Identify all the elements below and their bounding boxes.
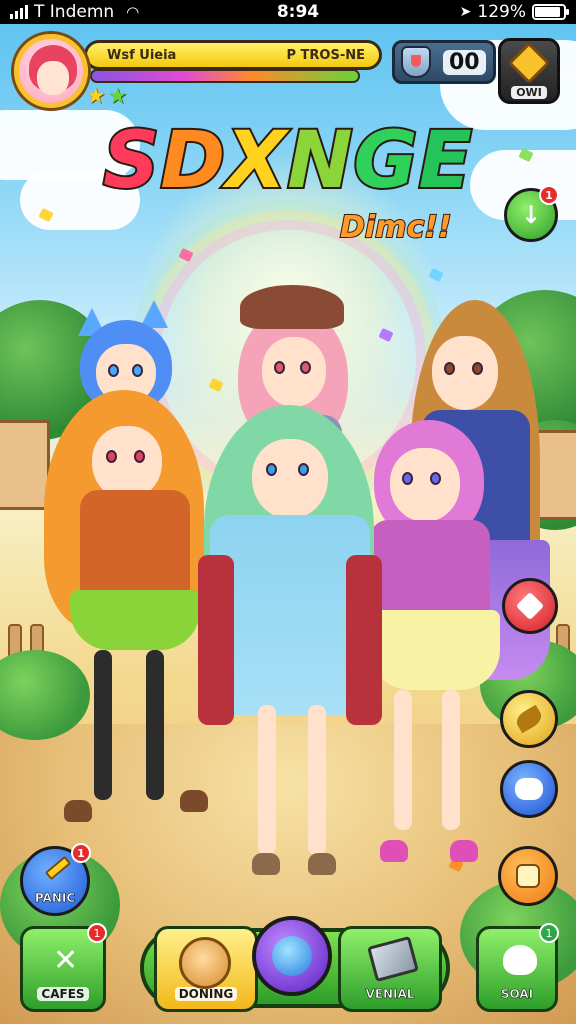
player-rank: P TROS-NE (286, 47, 365, 63)
notification-badge: 1 (539, 923, 559, 943)
title-letter: G (352, 116, 420, 206)
bag-icon (516, 864, 540, 888)
character-cape (198, 555, 234, 725)
title-letter: X (224, 116, 288, 206)
carrier-name: T Indemn (34, 2, 115, 22)
status-bar: T Indemn ◠ 8:94 ➤ 129% (0, 0, 576, 24)
character-leg (442, 690, 460, 830)
character-face (262, 337, 326, 407)
location-arrow-icon: ➤ (459, 4, 472, 20)
nav-pencil-button[interactable]: PANIC 1 (20, 843, 91, 916)
sword-icon (367, 935, 419, 983)
battery-icon (532, 4, 569, 20)
character-cape (346, 555, 382, 725)
battery-percent: 129% (477, 2, 526, 22)
call-button[interactable] (252, 916, 332, 996)
character-eye (430, 472, 441, 485)
title-letter: D (158, 116, 227, 206)
character-eye (274, 361, 285, 374)
character-leg (146, 650, 164, 800)
gem-icon (507, 41, 551, 85)
player-stars: ★ ★ (86, 84, 127, 109)
star-icon: ★ (107, 84, 128, 109)
nav-pencil-label: PANIC (34, 891, 76, 906)
character-boot (64, 800, 92, 822)
red-diamond-icon (515, 591, 545, 621)
character-face (92, 426, 162, 500)
character-hat (240, 285, 344, 329)
status-time: 8:94 (276, 2, 320, 22)
character-face (432, 336, 498, 410)
blue-chat-button[interactable] (500, 760, 558, 818)
character-leg (394, 690, 412, 830)
signal-icon (10, 5, 28, 19)
character-eye (108, 364, 119, 377)
character-leg (94, 650, 112, 800)
character-boot (450, 840, 478, 862)
character-eye (298, 463, 309, 476)
leaf-icon (513, 704, 545, 734)
status-bar-right: ➤ 129% (406, 2, 569, 22)
venial-button-label: VENIAL (365, 987, 415, 1002)
download-arrow-icon: ↓ (520, 201, 542, 229)
shop-button-label: OWI (511, 86, 547, 99)
phone-icon (272, 936, 312, 976)
character-leg (308, 705, 326, 855)
character-eye (132, 364, 143, 377)
title-letter: S (101, 116, 161, 206)
character-eye (472, 362, 483, 375)
character-boot (252, 853, 280, 875)
soali-button[interactable]: SOAI 1 (476, 923, 559, 1012)
pencil-icon (44, 855, 72, 881)
gold-leaf-button[interactable] (500, 690, 558, 748)
character-eye (402, 472, 413, 485)
notification-badge: 1 (87, 923, 107, 943)
character-boot (308, 853, 336, 875)
games-icon: ✕ (53, 943, 79, 978)
currency-value: 00 (443, 49, 486, 75)
avatar-face (37, 61, 69, 95)
red-action-button[interactable] (502, 578, 558, 634)
character-portrait-icon (179, 937, 231, 989)
notification-badge: 1 (539, 185, 559, 205)
character-eye (106, 450, 117, 463)
character-leg (258, 705, 276, 855)
character-eye (300, 361, 311, 374)
character-eye (134, 450, 145, 463)
soali-button-label: SOAI (500, 987, 534, 1002)
shop-button[interactable]: OWI (498, 38, 560, 104)
title-letter: N (285, 116, 354, 206)
doning-button[interactable]: DONING (154, 926, 258, 1012)
player-name-bar: Wsf Uieia P TROS-NE (84, 40, 382, 70)
venial-button[interactable]: VENIAL (338, 926, 442, 1012)
shield-icon (401, 46, 431, 78)
player-avatar[interactable] (14, 34, 88, 108)
status-bar-left: T Indemn ◠ (10, 2, 210, 22)
star-icon: ★ (86, 84, 106, 109)
game-subtitle: Dimc!! (339, 209, 453, 246)
leaf-cluster-icon (503, 945, 537, 975)
character-eye (444, 362, 455, 375)
character-green-hair-girl[interactable] (190, 405, 390, 905)
wifi-icon: ◠ (126, 3, 140, 21)
player-name: Wsf Uieia (107, 47, 177, 63)
doning-button-label: DONING (174, 987, 238, 1001)
game-title-logo: SDXNGE (0, 120, 576, 202)
player-profile-panel: Wsf Uieia P TROS-NE ★ ★ (14, 34, 382, 110)
chat-bubble-icon (515, 778, 543, 800)
character-eye (266, 463, 277, 476)
download-button[interactable]: ↓ 1 (504, 185, 559, 242)
notification-badge: 1 (71, 843, 91, 863)
currency-counter[interactable]: 00 (392, 40, 496, 84)
character-face (252, 439, 328, 519)
xp-progress-bar (90, 69, 360, 83)
character-skirt (70, 590, 200, 650)
title-letter: E (417, 116, 474, 206)
games-button[interactable]: ✕ CAFES 1 (20, 923, 107, 1012)
orange-bag-button[interactable] (498, 846, 558, 906)
games-button-label: CAFES (37, 987, 89, 1001)
character-face (390, 448, 460, 522)
